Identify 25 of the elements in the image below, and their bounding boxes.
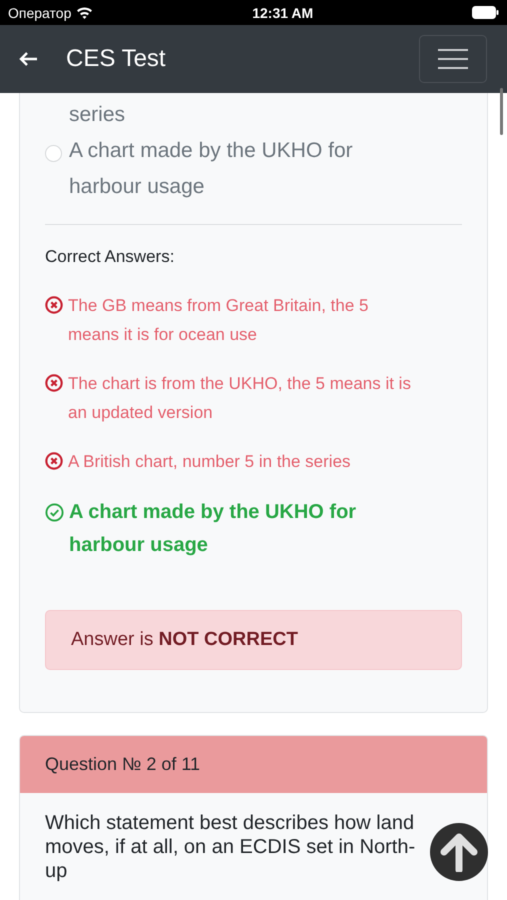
- x-circle-icon: [45, 374, 63, 392]
- carrier-name: Оператор: [8, 4, 72, 20]
- answer-text: The GB means from Great Britain, the 5 means it is for ocean use: [68, 295, 370, 346]
- question-header: Question № 2 of 11: [20, 736, 487, 793]
- menu-button[interactable]: [419, 35, 487, 83]
- answer-text: The chart is from the UKHO, the 5 means it is an updated version: [68, 373, 412, 424]
- up-arrow-icon: [440, 832, 478, 872]
- option-text: series: [69, 102, 126, 128]
- x-circle-icon: [45, 296, 63, 314]
- result-alert: Answer is NOT CORRECT: [45, 610, 462, 670]
- menu-icon: [438, 48, 468, 70]
- back-arrow-icon[interactable]: [18, 51, 38, 67]
- answer-text: A chart made by the UKHO for harbour usage: [69, 500, 358, 558]
- wifi-icon: [76, 6, 94, 19]
- option-text: A chart made by the UKHO for harbour usage: [69, 138, 354, 200]
- x-circle-icon: [45, 452, 63, 470]
- radio-button[interactable]: [45, 145, 62, 162]
- question-text: Which statement best describes how land moves, if at all, on an ECDIS set in North-up: [45, 811, 416, 883]
- correct-answers-label: Correct Answers:: [45, 247, 176, 267]
- scrollbar-icon: [500, 88, 503, 135]
- answer-text: A British chart, number 5 in the series: [68, 451, 351, 473]
- check-circle-icon: [45, 503, 64, 522]
- battery-icon: [472, 6, 499, 19]
- status-time: 12:31 AM: [252, 4, 314, 20]
- page-title: CES Test: [66, 45, 167, 73]
